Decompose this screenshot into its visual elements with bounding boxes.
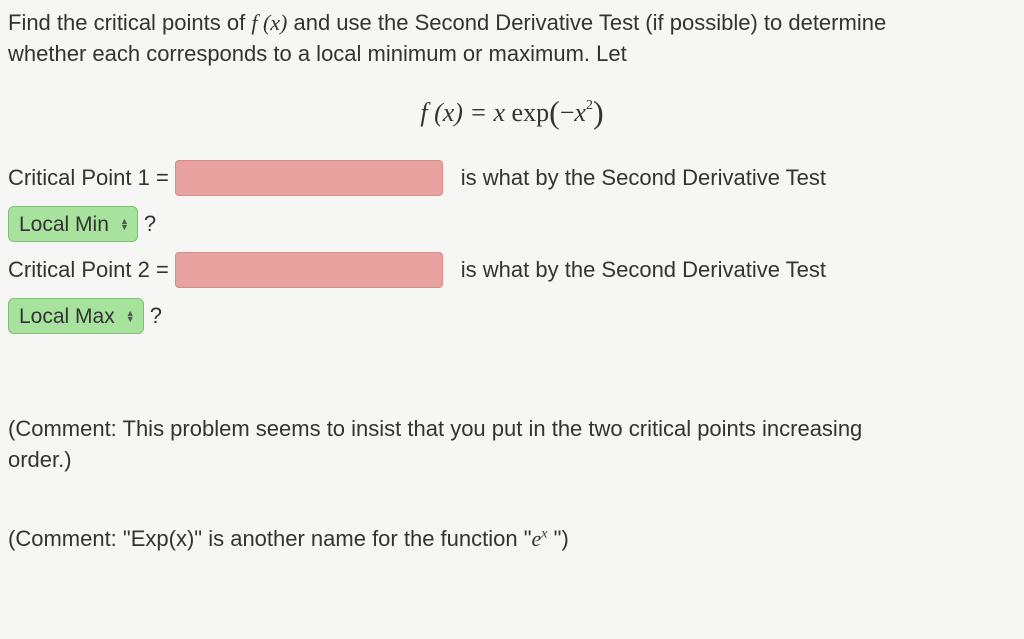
problem-prompt: Find the critical points of f (x) and us…	[8, 8, 1016, 70]
comment1-line2: order.)	[8, 447, 72, 472]
formula-sup: 2	[586, 98, 593, 113]
cp1-qmark: ?	[144, 209, 156, 240]
problem-page: Find the critical points of f (x) and us…	[0, 0, 1024, 555]
formula-x: x	[574, 98, 586, 127]
formula-display: f (x) = x exp(−x2)	[8, 88, 1016, 133]
cp2-trail: is what by the Second Derivative Test	[461, 255, 826, 286]
comment1-line1: (Comment: This problem seems to insist t…	[8, 416, 862, 441]
cp1-select-value: Local Min	[19, 210, 109, 239]
comment2-e: e	[532, 526, 542, 551]
prompt-fx: f (x)	[251, 10, 287, 35]
comment2-pre: (Comment: "Exp(x)" is another name for t…	[8, 526, 532, 551]
prompt-text-1b: and use the Second Derivative Test (if p…	[287, 10, 886, 35]
formula-exp: exp	[512, 98, 550, 127]
cp2-row: Critical Point 2 = is what by the Second…	[8, 252, 1016, 288]
cp2-qmark: ?	[150, 301, 162, 332]
cp1-trail: is what by the Second Derivative Test	[461, 163, 826, 194]
cp1-row: Critical Point 1 = is what by the Second…	[8, 160, 1016, 196]
cp1-select-row: Local Min ▲▼ ?	[8, 206, 1016, 242]
formula-minus: −	[560, 98, 575, 127]
formula-lhs: f (x) = x	[420, 98, 511, 127]
cp2-select-value: Local Max	[19, 302, 115, 331]
comment-1: (Comment: This problem seems to insist t…	[8, 414, 1016, 476]
cp1-input[interactable]	[175, 160, 443, 196]
cp2-input[interactable]	[175, 252, 443, 288]
cp2-label: Critical Point 2 =	[8, 255, 169, 286]
comment2-post: ")	[548, 526, 569, 551]
formula-lparen: (	[549, 94, 560, 130]
cp1-select[interactable]: Local Min ▲▼	[8, 206, 138, 242]
stepper-icon: ▲▼	[120, 218, 129, 230]
prompt-text-1a: Find the critical points of	[8, 10, 251, 35]
prompt-text-2: whether each corresponds to a local mini…	[8, 41, 627, 66]
cp2-select-row: Local Max ▲▼ ?	[8, 298, 1016, 334]
cp2-select[interactable]: Local Max ▲▼	[8, 298, 144, 334]
comment-2: (Comment: "Exp(x)" is another name for t…	[8, 524, 1016, 555]
stepper-icon: ▲▼	[126, 310, 135, 322]
formula-rparen: )	[593, 94, 604, 130]
cp1-label: Critical Point 1 =	[8, 163, 169, 194]
